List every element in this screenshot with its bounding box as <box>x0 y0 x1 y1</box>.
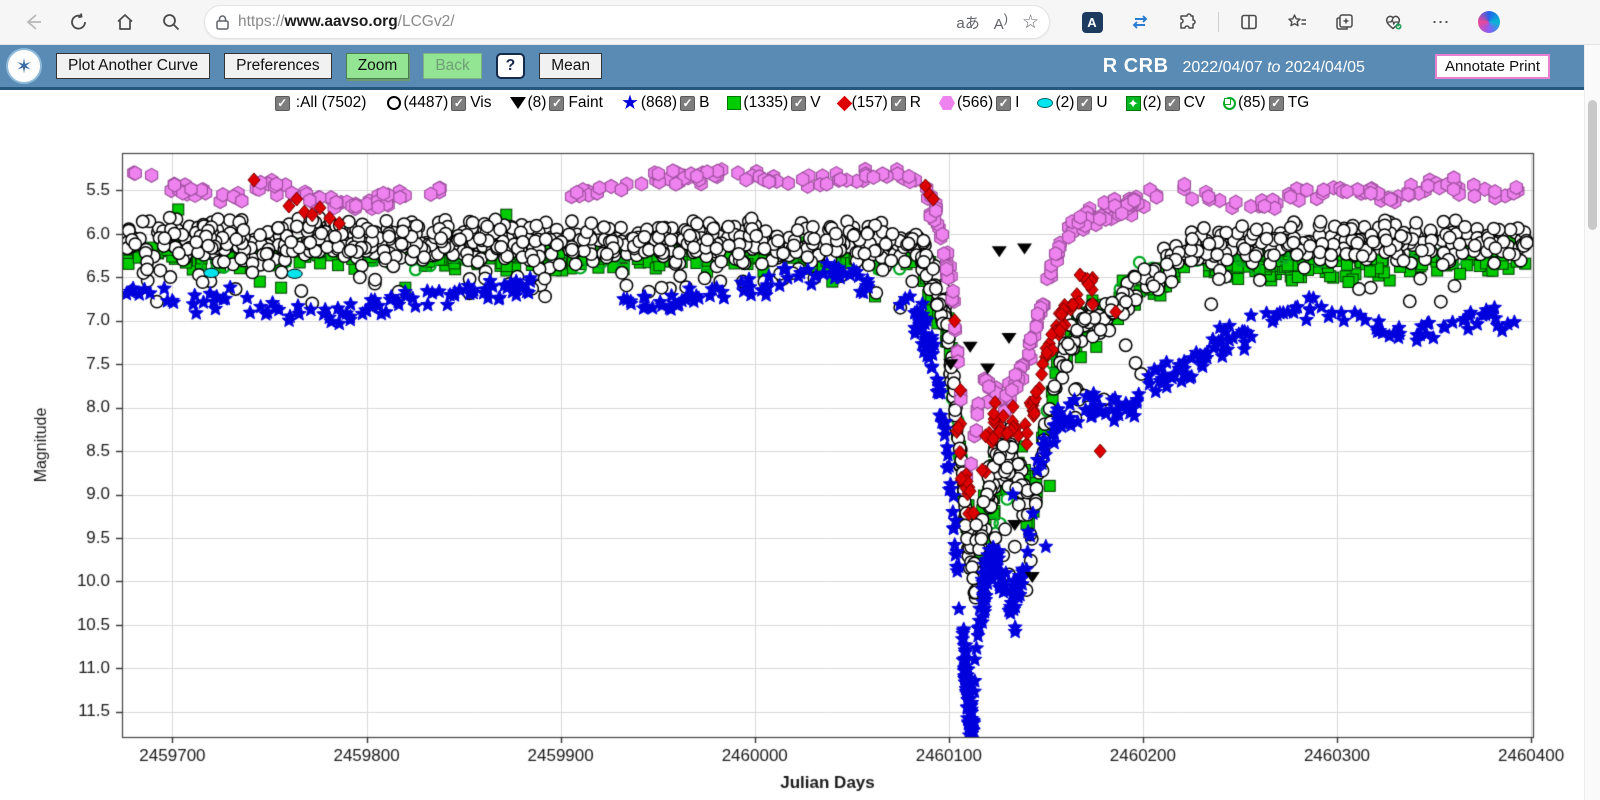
legend-checkbox-b[interactable]: ✓ <box>680 96 695 111</box>
hexagon-icon <box>939 96 955 110</box>
triangle-down-icon <box>510 97 526 109</box>
legend-band-label: R <box>910 94 921 112</box>
back-arrow-icon <box>23 12 43 32</box>
square-icon <box>727 96 741 110</box>
plot-title: R CRB 2022/04/07 to 2024/04/05 <box>1103 55 1365 78</box>
toolbar-button-back[interactable]: Back <box>423 53 481 79</box>
legend-count: :All (7502) <box>296 94 367 112</box>
split-screen-icon[interactable] <box>1232 5 1266 39</box>
translate-icon[interactable]: aあ <box>956 12 979 33</box>
legend-item-vis: (4487)✓ Vis <box>387 94 491 112</box>
refresh-button[interactable] <box>62 5 96 39</box>
light-curve-chart[interactable] <box>0 116 1584 800</box>
legend-item-i: (566)✓ I <box>939 94 1020 112</box>
annotate-print-button[interactable]: Annotate Print <box>1435 54 1550 79</box>
favorites-bar-icon[interactable] <box>1280 5 1314 39</box>
legend-item-faint: (8)✓ Faint <box>510 94 603 112</box>
ellipse-icon <box>1037 98 1053 108</box>
legend-checkbox-v[interactable]: ✓ <box>791 96 806 111</box>
date-range: 2022/04/07 to 2024/04/05 <box>1183 59 1365 77</box>
lock-icon <box>215 14 230 31</box>
home-button[interactable] <box>108 5 142 39</box>
legend-count: (868) <box>641 94 677 112</box>
legend-count: (4487) <box>403 94 448 112</box>
legend-count: (8) <box>528 94 547 112</box>
toolbar-button-[interactable]: ? <box>496 53 525 79</box>
legend-checkbox-u[interactable]: ✓ <box>1077 96 1092 111</box>
legend-checkbox-vis[interactable]: ✓ <box>451 96 466 111</box>
legend-item-r: (157)✓ R <box>839 94 921 112</box>
legend-band-label: I <box>1015 94 1019 112</box>
star-icon: ★ <box>621 96 639 110</box>
legend-item-u: (2)✓ U <box>1037 94 1107 112</box>
legend-count: (157) <box>852 94 888 112</box>
browser-chrome: https://www.aavso.org/LCGv2/ aあ A) ☆ A <box>0 0 1600 45</box>
scrollbar-thumb[interactable] <box>1588 100 1597 230</box>
open-circle-icon <box>387 96 401 110</box>
legend-band-label: Vis <box>470 94 491 112</box>
tab-sync-icon[interactable] <box>1123 5 1157 39</box>
chrome-separator <box>1218 12 1219 32</box>
collections-icon[interactable] <box>1328 5 1362 39</box>
search-button[interactable] <box>154 5 188 39</box>
extensions-icon[interactable] <box>1171 5 1205 39</box>
diamond-icon <box>836 95 852 111</box>
open-circle-green-icon <box>1223 97 1236 110</box>
home-icon <box>115 12 135 32</box>
legend-count: (2) <box>1143 94 1162 112</box>
toolbar-button-zoom[interactable]: Zoom <box>346 53 410 79</box>
search-icon <box>161 12 181 32</box>
chrome-right-icons: A ⋯ <box>1068 5 1513 39</box>
legend-count: (85) <box>1238 94 1266 112</box>
legend-checkbox-cv[interactable]: ✓ <box>1165 96 1180 111</box>
legend-count: (566) <box>957 94 993 112</box>
screenshot-root: https://www.aavso.org/LCGv2/ aあ A) ☆ A <box>0 0 1600 800</box>
toolbar-button-plot-another-curve[interactable]: Plot Another Curve <box>56 53 210 79</box>
read-aloud-icon[interactable]: A) <box>994 12 1008 33</box>
address-bar[interactable]: https://www.aavso.org/LCGv2/ aあ A) ☆ <box>204 5 1050 39</box>
page-scrollbar[interactable] <box>1584 45 1600 800</box>
legend-item-all: ✓ :All (7502) <box>275 94 370 112</box>
legend-band-label: V <box>810 94 820 112</box>
aavso-logo: ✶ <box>6 48 42 84</box>
legend-count: (2) <box>1055 94 1074 112</box>
legend-count: (1335) <box>743 94 788 112</box>
legend-item-cv: ✦(2)✓ CV <box>1126 94 1206 112</box>
legend-checkbox-r[interactable]: ✓ <box>891 96 906 111</box>
more-menu-icon[interactable]: ⋯ <box>1424 5 1458 39</box>
band-legend: ✓:All (7502)(4487)✓Vis(8)✓Faint★(868)✓B(… <box>0 90 1584 116</box>
legend-band-label: B <box>699 94 709 112</box>
favorite-star-icon[interactable]: ☆ <box>1022 11 1039 34</box>
reading-badge-icon[interactable]: A <box>1075 5 1109 39</box>
toolbar-buttons: Plot Another Curve Preferences Zoom Back? Me… <box>56 53 616 79</box>
url-text[interactable]: https://www.aavso.org/LCGv2/ <box>238 13 942 31</box>
star-square-icon: ✦ <box>1126 96 1141 111</box>
legend-band-label: TG <box>1288 94 1310 112</box>
toolbar-button-mean[interactable]: Mean <box>539 53 602 79</box>
legend-band-label: U <box>1096 94 1107 112</box>
legend-checkbox-tg[interactable]: ✓ <box>1269 96 1284 111</box>
lcg-toolbar: ✶ Plot Another Curve Preferences Zoom Back?… <box>0 45 1584 90</box>
back-button[interactable] <box>16 5 50 39</box>
legend-item-b: ★(868)✓ B <box>621 94 709 112</box>
legend-band-label: CV <box>1184 94 1206 112</box>
legend-item-v: (1335)✓ V <box>727 94 820 112</box>
star-name: R CRB <box>1103 55 1169 78</box>
legend-checkbox-faint[interactable]: ✓ <box>549 96 564 111</box>
legend-checkbox-all[interactable]: ✓ <box>275 96 290 111</box>
copilot-icon[interactable] <box>1472 5 1506 39</box>
legend-checkbox-i[interactable]: ✓ <box>996 96 1011 111</box>
refresh-icon <box>69 12 89 32</box>
toolbar-button-preferences[interactable]: Preferences <box>224 53 332 79</box>
legend-band-label: Faint <box>568 94 602 112</box>
browser-essentials-icon[interactable] <box>1376 5 1410 39</box>
legend-item-tg: (85)✓ TG <box>1223 94 1309 112</box>
